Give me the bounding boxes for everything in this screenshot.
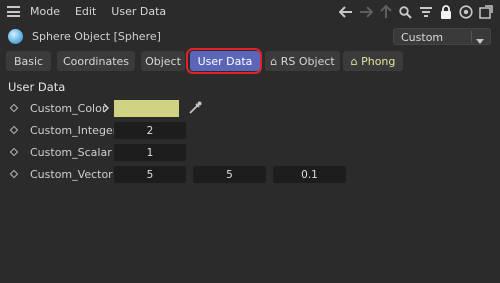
search-icon[interactable] [397,3,414,21]
vector-z-field[interactable]: 0.1 [273,166,346,183]
param-row-vector: Custom_Vector 5 5 0.1 [0,166,500,184]
menu-edit[interactable]: Edit [75,5,96,18]
tab-object[interactable]: Object [141,51,185,71]
preset-dropdown[interactable]: Custom [393,28,491,45]
vector-y-field[interactable]: 5 [193,166,266,183]
param-label: Custom_Integer [30,124,118,137]
sphere-icon [8,29,23,44]
integer-field[interactable]: 2 [114,122,186,139]
expand-chevron-icon[interactable] [103,103,109,116]
keyframe-diamond-icon[interactable] [9,169,19,179]
forward-arrow-icon[interactable] [357,3,374,21]
object-header: Sphere Object [Sphere] Custom [0,26,500,48]
new-window-icon[interactable] [477,3,494,21]
preset-value: Custom [401,31,444,44]
vector-x-field[interactable]: 5 [114,166,186,183]
eyedropper-icon[interactable] [187,100,203,119]
param-label: Custom_Color [30,102,107,115]
param-row-scalar: Custom_Scalar 1 [0,144,500,162]
param-row-integer: Custom_Integer 2 [0,122,500,140]
tab-rs-object[interactable]: ⌂ RS Object [265,51,340,71]
section-title: User Data [8,80,66,94]
dropdown-divider [471,31,472,43]
param-label: Custom_Scalar [30,146,112,159]
menu-user-data[interactable]: User Data [111,5,166,18]
highlight-outline [186,48,262,74]
scalar-field[interactable]: 1 [114,144,186,161]
back-arrow-icon[interactable] [337,3,354,21]
menu-icon[interactable] [7,6,20,17]
tab-basic[interactable]: Basic [6,51,51,71]
top-toolbar: Mode Edit User Data [0,0,500,24]
target-icon[interactable] [457,3,474,21]
param-row-color: Custom_Color [0,100,500,118]
up-arrow-icon[interactable] [377,3,394,21]
menu-mode[interactable]: Mode [30,5,60,18]
tab-coordinates[interactable]: Coordinates [57,51,135,71]
chevron-down-icon [476,34,484,47]
object-title: Sphere Object [Sphere] [32,30,161,43]
lock-icon[interactable] [437,3,454,21]
toolbar-icons [337,3,494,21]
param-label: Custom_Vector [30,168,113,181]
keyframe-diamond-icon[interactable] [9,103,19,113]
filter-icon[interactable] [417,3,434,21]
color-swatch[interactable] [114,100,179,117]
keyframe-diamond-icon[interactable] [9,125,19,135]
menu-bar: Mode Edit User Data [30,5,166,18]
tab-phong[interactable]: ⌂ Phong [343,51,403,71]
keyframe-diamond-icon[interactable] [9,147,19,157]
